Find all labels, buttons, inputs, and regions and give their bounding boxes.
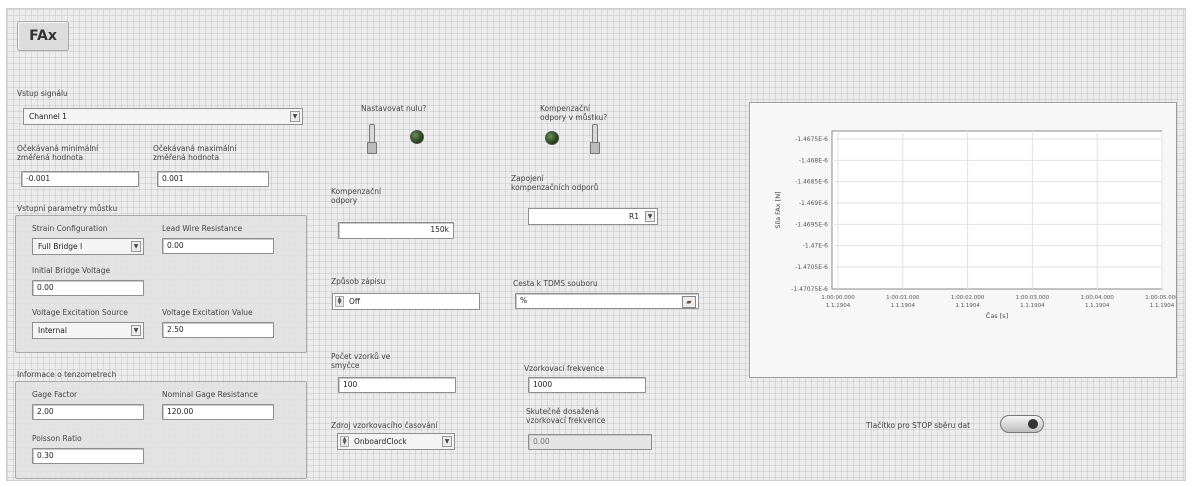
chart-svg: -1.4675E-6 -1.468E-6 -1.4685E-6 -1.469E-6 -1…	[774, 130, 1179, 320]
toggle-base	[590, 142, 600, 154]
y-tick-label: -1.47075E-6	[791, 286, 828, 293]
tdms-path-value: %	[520, 296, 528, 305]
actual-rate-label: Skutečně dosažená vzorkovací frekvence	[526, 407, 606, 425]
initial-voltage-input[interactable]: 0.00	[32, 280, 144, 296]
x-tick-date-label: 1.1.1904	[891, 303, 916, 309]
gage-factor-label: Gage Factor	[32, 390, 78, 399]
folder-icon[interactable]: ▰	[682, 296, 696, 308]
lead-wire-input[interactable]: 0.00	[162, 238, 274, 254]
comp-resistors-label: Kompenzační odpory	[331, 187, 382, 205]
front-panel: FAx Vstup signálu Channel 1 ▼ Očekávaná …	[6, 8, 1186, 481]
stop-button-label: Tlačítko pro STOP sběru dat	[866, 421, 971, 430]
nominal-resistance-label: Nominal Gage Resistance	[162, 390, 258, 399]
initial-voltage-label: Initial Bridge Voltage	[32, 266, 111, 275]
clock-source-value: OnboardClock	[354, 437, 407, 446]
signal-input-label: Vstup signálu	[17, 89, 68, 98]
y-tick-label: -1.4675E-6	[795, 136, 828, 143]
comp-wiring-label: Zapojení kompenzačních odporů	[511, 174, 599, 192]
x-tick-date-label: 1.1.1904	[1020, 303, 1045, 309]
chevron-down-icon[interactable]: ▼	[442, 436, 452, 447]
plot-area	[831, 130, 1163, 290]
x-tick-label: 1:00:01.000	[886, 295, 920, 301]
chevron-down-icon[interactable]: ▼	[645, 211, 655, 222]
y-tick-label: -1.4695E-6	[795, 221, 828, 228]
y-tick-label: -1.4685E-6	[795, 179, 828, 186]
excitation-value-input[interactable]: 2.50	[162, 322, 274, 338]
comp-wiring-value: R1	[629, 212, 639, 221]
excitation-source-label: Voltage Excitation Source	[32, 308, 128, 317]
y-tick-label: -1.469E-6	[799, 200, 828, 207]
button-knob	[1028, 419, 1038, 429]
compensation-q-label: Kompenzační odpory v můstku?	[540, 104, 608, 122]
signal-input-value: Channel 1	[29, 112, 67, 121]
zero-toggle-switch[interactable]	[364, 124, 382, 156]
compensation-led-indicator	[545, 131, 559, 145]
tdms-path-label: Cesta k TDMS souboru	[513, 279, 598, 288]
x-tick-date-label: 1.1.1904	[955, 303, 980, 309]
page-title: FAx	[17, 21, 69, 51]
x-tick-label: 1:00:02.000	[951, 295, 985, 301]
samples-input[interactable]: 100	[338, 377, 456, 393]
sample-rate-input[interactable]: 1000	[528, 377, 646, 393]
chevron-down-icon[interactable]: ▼	[131, 325, 141, 336]
excitation-source-select[interactable]: Internal ▼	[32, 322, 144, 339]
chevron-down-icon[interactable]: ▼	[131, 241, 141, 252]
x-tick-date-label: 1.1.1904	[1150, 303, 1175, 309]
clock-source-label: Zdroj vzorkovacího časování	[331, 421, 438, 430]
x-tick-label: 1:00:03.000	[1016, 295, 1050, 301]
toggle-lever	[369, 124, 375, 144]
y-axis-label: Síla FAx [N]	[774, 191, 782, 228]
strain-config-value: Full Bridge I	[38, 242, 83, 251]
tenso-info-group: Gage Factor 2.00 Nominal Gage Resistance…	[15, 381, 307, 479]
clock-source-select[interactable]: ▲ ▼ OnboardClock ▼	[337, 433, 455, 450]
samples-label: Počet vzorků ve smyčce	[331, 352, 391, 370]
comp-resistors-input[interactable]: 150k	[338, 222, 454, 239]
x-tick-date-label: 1.1.1904	[1085, 303, 1110, 309]
lead-wire-label: Lead Wire Resistance	[162, 224, 243, 233]
excitation-value-label: Voltage Excitation Value	[162, 308, 253, 317]
increment-arrows-icon[interactable]: ▲ ▼	[340, 436, 349, 447]
poisson-label: Poisson Ratio	[32, 434, 82, 443]
y-tick-label: -1.47E-6	[803, 243, 828, 250]
chevron-down-icon[interactable]: ▼	[290, 111, 300, 122]
zero-label: Nastavovat nulu?	[361, 104, 427, 113]
poisson-input[interactable]: 0.30	[32, 448, 144, 464]
min-expected-input[interactable]: -0.001	[21, 171, 139, 187]
waveform-chart: -1.4675E-6 -1.468E-6 -1.4685E-6 -1.469E-6 -1…	[749, 102, 1179, 378]
max-expected-label: Očekávaná maximální změřená hodnota	[153, 144, 237, 162]
actual-rate-indicator: 0.00	[528, 434, 652, 450]
x-tick-label: 1:00:05.000	[1145, 295, 1176, 301]
max-expected-input[interactable]: 0.001	[157, 171, 269, 187]
toggle-lever	[592, 124, 598, 144]
y-tick-label: -1.4705E-6	[795, 264, 828, 271]
stop-button[interactable]	[1000, 415, 1044, 433]
sample-rate-label: Vzorkovací frekvence	[524, 364, 605, 373]
x-tick-date-label: 1.1.1904	[826, 303, 851, 309]
bridge-params-group: Strain Configuration Full Bridge I ▼ Lea…	[15, 215, 307, 353]
compensation-toggle-switch[interactable]	[587, 124, 605, 156]
bridge-params-label: Vstupní parametry můstku	[17, 204, 118, 213]
gage-factor-input[interactable]: 2.00	[32, 404, 144, 420]
tenso-info-label: Informace o tenzometrech	[17, 370, 117, 379]
min-expected-label: Očekávaná minimální změřená hodnota	[17, 144, 99, 162]
write-mode-select[interactable]: ▲ ▼ Off	[332, 293, 480, 310]
y-tick-label: -1.468E-6	[799, 157, 828, 164]
signal-input-select[interactable]: Channel 1 ▼	[23, 108, 303, 125]
tdms-path-input[interactable]: % ▰	[515, 293, 699, 309]
increment-arrows-icon[interactable]: ▲ ▼	[335, 296, 344, 307]
write-mode-label: Způsob zápisu	[331, 277, 386, 286]
x-axis-label: Čas [s]	[986, 311, 1008, 320]
toggle-base	[367, 142, 377, 154]
strain-config-select[interactable]: Full Bridge I ▼	[32, 238, 144, 255]
nominal-resistance-input[interactable]: 120.00	[162, 404, 274, 420]
excitation-source-value: Internal	[38, 326, 67, 335]
comp-wiring-select[interactable]: R1 ▼	[528, 208, 658, 225]
zero-led-indicator	[410, 130, 424, 144]
strain-config-label: Strain Configuration	[32, 224, 108, 233]
write-mode-value: Off	[349, 297, 361, 306]
x-tick-label: 1:00:04.000	[1080, 295, 1114, 301]
x-tick-label: 1:00:00.000	[821, 295, 855, 301]
